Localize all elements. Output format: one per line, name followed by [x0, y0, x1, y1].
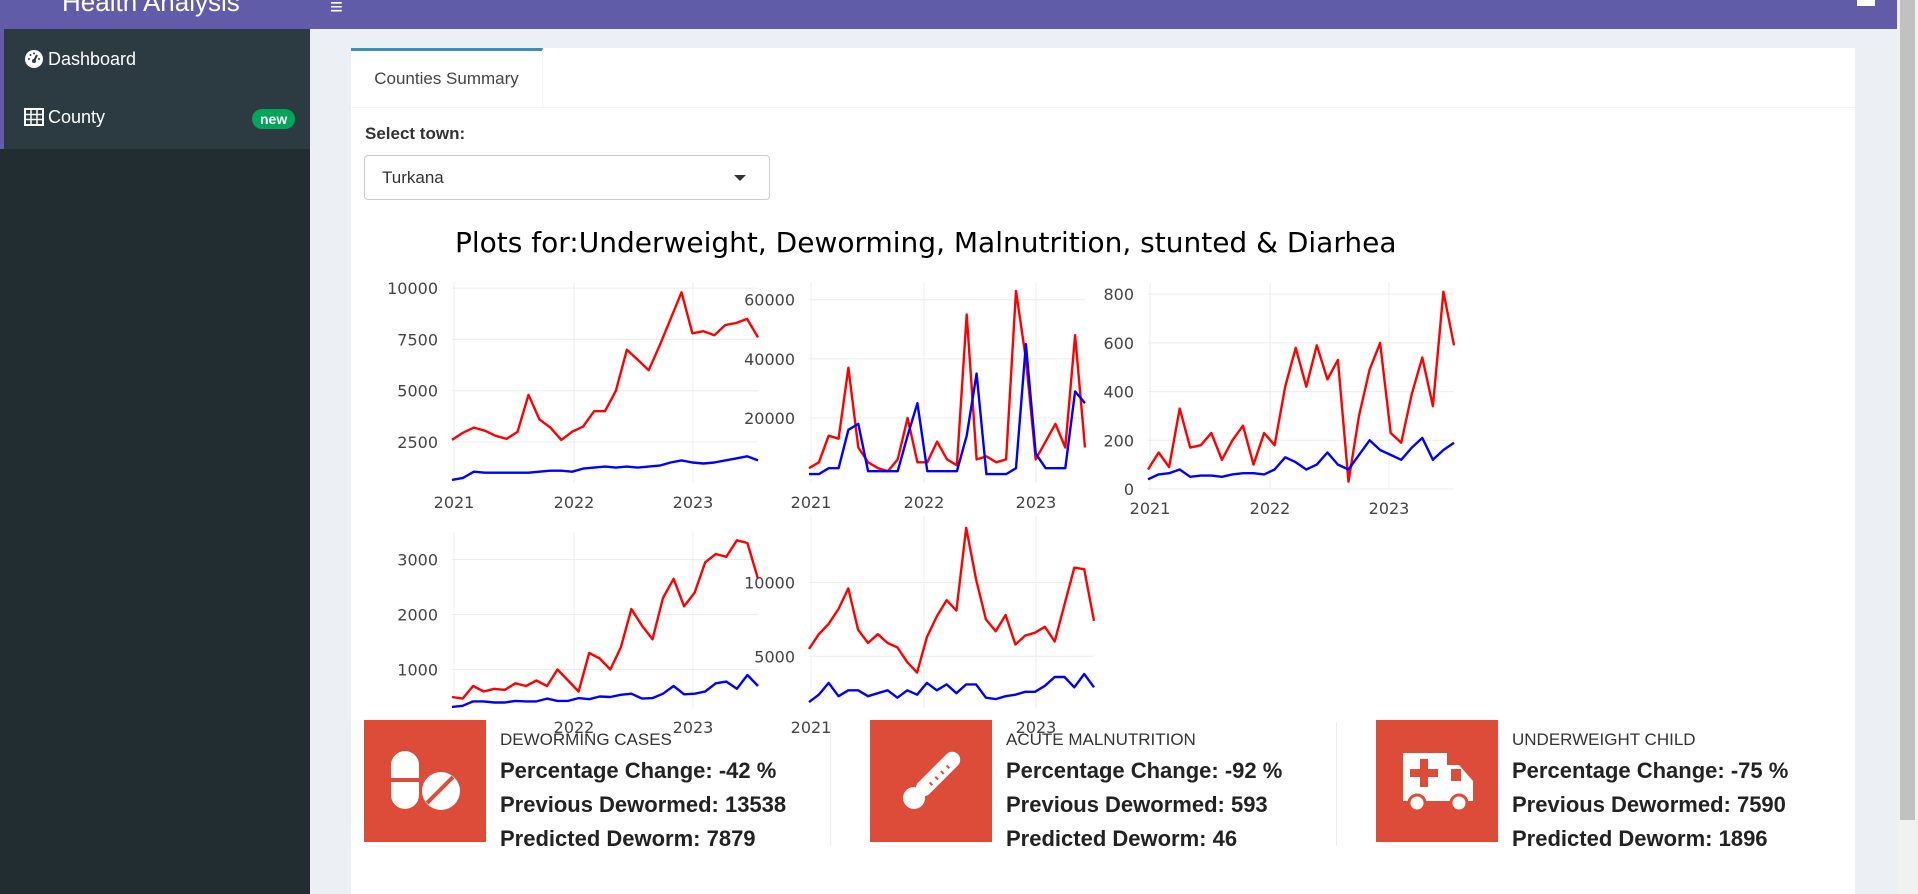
x-tick-label: 2021: [791, 493, 832, 512]
chart-4: 300020001000202120222023: [397, 532, 760, 737]
info-percentage-change: Percentage Change: -42 %: [500, 758, 777, 783]
y-tick-label: 600: [1103, 334, 1134, 353]
y-tick-label: 200: [1103, 431, 1134, 450]
y-tick-label: 400: [1103, 383, 1134, 402]
page-scrollbar[interactable]: [1897, 0, 1918, 894]
series-line-red: [808, 289, 1087, 473]
x-tick-label: 2023: [1369, 499, 1410, 518]
y-tick-label: 5000: [397, 382, 438, 401]
chart-3: 800 600 400 200 02021 2022 2023: [1103, 282, 1456, 518]
y-tick-label: 40000: [744, 350, 795, 369]
info-predicted-value: Predicted Deworm: 1896: [1512, 826, 1768, 851]
x-tick-label: 2021: [434, 493, 475, 512]
chart-5: 100005000202120222023: [744, 516, 1096, 737]
scrollbar-thumb[interactable]: [1900, 0, 1915, 820]
y-tick-label: 5000: [754, 647, 795, 666]
series-line-blue: [451, 455, 759, 482]
y-tick-label: 10000: [387, 279, 438, 298]
x-tick-label: 2023: [673, 493, 714, 512]
info-percentage-change: Percentage Change: -92 %: [1006, 758, 1283, 783]
info-previous-value: Previous Dewormed: 13538: [500, 792, 787, 817]
x-tick-label: 2022: [904, 493, 945, 512]
info-percentage-change: Percentage Change: -75 %: [1512, 758, 1789, 783]
x-tick-label: 2022: [1250, 499, 1291, 518]
series-line-blue: [451, 673, 759, 709]
x-tick-label: 2023: [1016, 493, 1057, 512]
y-tick-label: 2500: [397, 433, 438, 452]
y-tick-label: 20000: [744, 409, 795, 428]
series-line-red: [451, 291, 760, 442]
y-tick-label: 2000: [397, 606, 438, 625]
y-tick-label: 7500: [397, 330, 438, 349]
chart-1: 10000 7500 5000 2500 2021 2022 2023: [387, 279, 760, 512]
info-icon-box: [364, 720, 486, 842]
y-tick-label: 60000: [744, 291, 795, 310]
pills-icon: [391, 751, 460, 810]
y-tick-label: 3000: [397, 551, 438, 570]
chart-2: 60000 40000 20000 2021 2022 2023: [744, 282, 1087, 512]
series-line-red: [808, 526, 1096, 674]
ambulance-icon: [1403, 753, 1473, 813]
info-title: UNDERWEIGHT CHILD: [1512, 730, 1696, 749]
info-box-underweight: UNDERWEIGHT CHILD Percentage Change: -75…: [1376, 720, 1866, 851]
info-title: DEWORMING CASES: [500, 730, 672, 749]
info-icon-box: [1376, 720, 1498, 842]
y-tick-label: 0: [1124, 480, 1134, 499]
series-line-red: [451, 539, 760, 700]
thermometer-icon: [903, 751, 961, 809]
info-box-malnutrition: ACUTE MALNUTRITION Percentage Change: -9…: [870, 720, 1360, 851]
info-predicted-value: Predicted Deworm: 7879: [500, 826, 756, 851]
info-previous-value: Previous Dewormed: 7590: [1512, 792, 1786, 817]
info-icon-box: [870, 720, 992, 842]
charts-group: 100007500500025002021 2022 202360000400002…: [387, 279, 1456, 737]
info-divider: [1336, 722, 1337, 846]
y-tick-label: 10000: [744, 573, 795, 592]
info-box-deworming: DEWORMING CASES Percentage Change: -42 %…: [364, 720, 854, 851]
series-line-blue: [1147, 436, 1455, 481]
info-title: ACUTE MALNUTRITION: [1006, 730, 1196, 749]
info-predicted-value: Predicted Deworm: 46: [1006, 826, 1238, 851]
info-previous-value: Previous Dewormed: 593: [1006, 792, 1268, 817]
y-tick-label: 800: [1103, 285, 1134, 304]
y-tick-label: 1000: [397, 661, 438, 680]
series-line-blue: [808, 672, 1095, 704]
x-tick-label: 2021: [1130, 499, 1171, 518]
info-divider: [830, 722, 831, 846]
x-tick-label: 2022: [554, 493, 595, 512]
series-line-blue: [809, 342, 1086, 476]
